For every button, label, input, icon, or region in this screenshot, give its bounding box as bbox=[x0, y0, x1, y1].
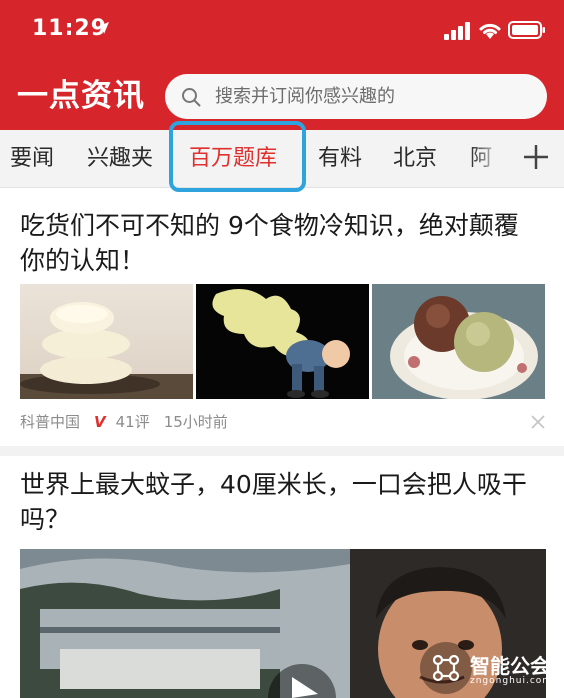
battery-icon bbox=[508, 21, 545, 39]
cellular-signal-icon bbox=[444, 22, 470, 40]
article-divider bbox=[0, 446, 564, 456]
article-image-cartoon[interactable] bbox=[196, 284, 369, 399]
verified-badge: V bbox=[94, 413, 106, 431]
watermark-name: 智能公会 bbox=[470, 654, 550, 678]
article-source[interactable]: 科普中国 bbox=[20, 413, 80, 431]
article-meta: 科普中国 V 41评 15小时前 bbox=[20, 411, 242, 433]
tab-yaowen[interactable]: 要闻 bbox=[10, 144, 54, 174]
location-arrow-icon bbox=[97, 22, 109, 34]
cartoon-gas-image bbox=[196, 284, 369, 399]
status-bar: 11:29 bbox=[0, 0, 564, 60]
search-placeholder: 搜索并订阅你感兴趣的 bbox=[215, 86, 395, 107]
tab-xingqujia[interactable]: 兴趣夹 bbox=[87, 144, 153, 174]
tab-beijing[interactable]: 北京 bbox=[393, 144, 437, 174]
search-icon bbox=[182, 88, 201, 107]
watermark-url: zngonghui.com bbox=[470, 676, 553, 686]
article-title[interactable]: 世界上最大蚊子，40厘米长，一口会把人吸干吗？ bbox=[20, 467, 540, 537]
article-image-icecream[interactable] bbox=[372, 284, 545, 399]
article-image-buns[interactable] bbox=[20, 284, 193, 399]
tab-highlight-box bbox=[169, 121, 306, 192]
close-icon[interactable] bbox=[530, 414, 546, 430]
wifi-icon bbox=[479, 23, 501, 39]
app-logo: 一点资讯 bbox=[17, 78, 145, 114]
ice-cream-image bbox=[372, 284, 545, 399]
tab-youliao[interactable]: 有料 bbox=[318, 144, 362, 174]
comment-count[interactable]: 41评 bbox=[116, 413, 150, 431]
search-bar[interactable]: 搜索并订阅你感兴趣的 bbox=[165, 74, 547, 119]
add-channel-icon[interactable] bbox=[522, 143, 550, 171]
article-time: 15小时前 bbox=[163, 413, 228, 431]
article-title[interactable]: 吃货们不可不知的 9个食物冷知识，绝对颠覆你的认知！ bbox=[20, 208, 540, 278]
steamed-buns-image bbox=[20, 302, 193, 399]
tab-fade bbox=[470, 130, 510, 187]
